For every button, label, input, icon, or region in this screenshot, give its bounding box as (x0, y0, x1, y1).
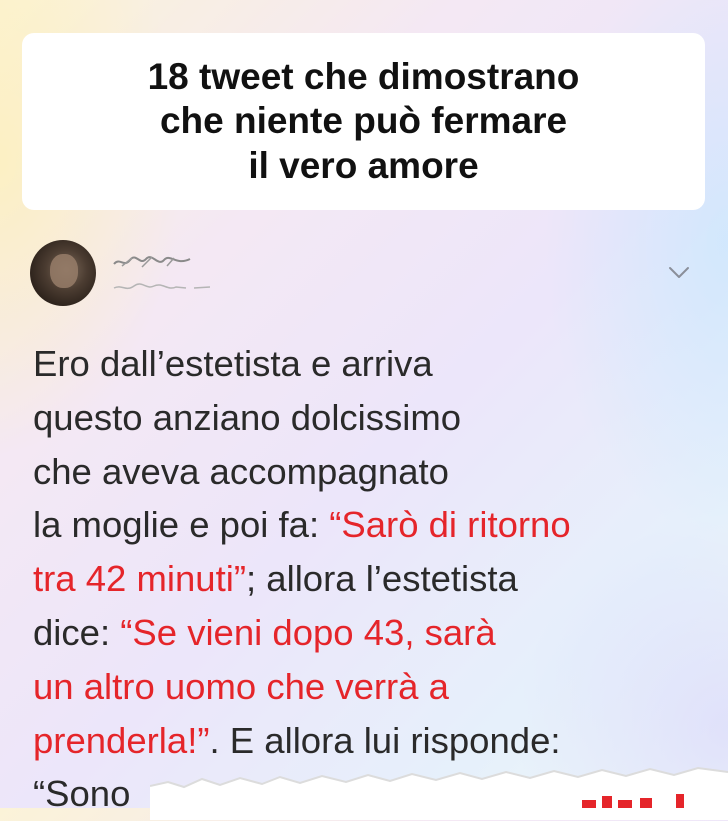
quote-segment: un altro uomo che verrà a (33, 665, 449, 707)
torn-paper-edge (150, 766, 728, 820)
text-segment: che aveva accompagnato (33, 450, 449, 492)
tweet-line: tra 42 minuti”; allora l’estetista (33, 552, 693, 606)
text-segment: Ero dall’estetista e arriva (33, 343, 433, 384)
tweet-line: che aveva accompagnato (33, 445, 693, 499)
quote-segment: “Sarò di ritorno (329, 504, 571, 546)
avatar[interactable] (30, 240, 96, 306)
tweet-line: un altro uomo che verrà a (33, 660, 693, 714)
quote-segment: tra 42 minuti” (33, 558, 246, 600)
text-segment: “Sono (33, 773, 131, 815)
tweet-line: dice: “Se vieni dopo 43, sarà (33, 606, 693, 660)
text-segment: ; allora l’estetista (246, 558, 518, 600)
quote-segment: prenderla!” (33, 719, 210, 761)
author-name-redacted (113, 256, 191, 268)
tweet-header (28, 240, 708, 310)
title-card: 18 tweet che dimostrano che niente può f… (22, 33, 705, 210)
next-caption-fragment (582, 794, 684, 808)
tweet-line: la moglie e poi fa: “Sarò di ritorno (33, 498, 693, 552)
tweet-text: Ero dall’estetista e arriva questo anzian… (33, 337, 693, 821)
chevron-down-icon (669, 267, 689, 278)
tweet-menu-button[interactable] (662, 256, 696, 290)
author-handle-redacted (113, 283, 211, 290)
tweet-line: questo anziano dolcissimo (33, 391, 693, 445)
text-segment: questo anziano dolcissimo (33, 396, 462, 438)
text-segment: la moglie e poi fa: (33, 504, 330, 546)
text-segment: dice: (33, 611, 121, 653)
text-segment: . E allora lui risponde: (209, 719, 561, 761)
quote-segment: “Se vieni dopo 43, sarà (120, 611, 496, 653)
article-title: 18 tweet che dimostrano che niente può f… (147, 55, 580, 186)
tweet-line: Ero dall’estetista e arriva (33, 337, 693, 391)
